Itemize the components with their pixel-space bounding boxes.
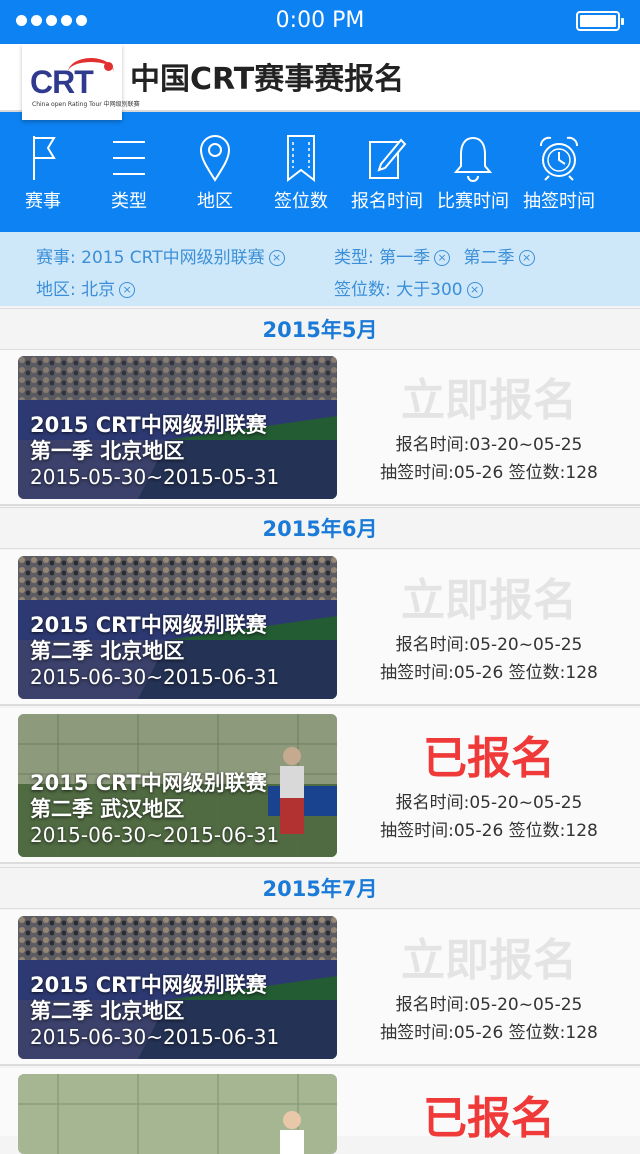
app-header: CRT China open Rating Tour 中网级别联赛 中国CRT赛…	[0, 44, 640, 120]
signup-time: 报名时间:05-20~05-25	[395, 635, 583, 655]
filter-chip-draw-size-text: 签位数: 大于300	[334, 280, 463, 300]
event-thumbnail: 2015 CRT中网级别联赛 第二季 北京地区 2015-06-30~2015-…	[18, 556, 337, 699]
signup-now-button[interactable]: 立即报名	[338, 924, 640, 988]
event-subtitle: 第二季 武汉地区	[30, 797, 185, 821]
event-card[interactable]: 2015 CRT中网级别联赛 第一季 北京地区 2015-05-30~2015-…	[0, 350, 640, 506]
logo-text: CRT	[30, 64, 94, 100]
filter-draw-time-label: 抽签时间	[523, 191, 595, 212]
filter-signup-time-button[interactable]: 报名时间	[344, 112, 430, 232]
event-title: 2015 CRT中网级别联赛	[30, 771, 267, 795]
filter-toolbar: 赛事 类型 地区 签位数 报名时间 比赛时间 抽签时间	[0, 112, 640, 232]
event-thumb-text: 2015 CRT中网级别联赛 第二季 北京地区 2015-06-30~2015-…	[30, 612, 279, 690]
event-dates: 2015-05-30~2015-05-31	[30, 465, 280, 489]
page-title: 中国CRT赛事赛报名	[130, 62, 405, 97]
event-card[interactable]: 已报名	[0, 1068, 640, 1154]
month-header: 2015年6月	[0, 507, 640, 549]
location-pin-icon	[199, 135, 231, 182]
alarm-clock-icon	[540, 136, 578, 181]
event-thumb-text: 2015 CRT中网级别联赛 第一季 北京地区 2015-05-30~2015-…	[30, 412, 279, 490]
crt-logo: CRT China open Rating Tour 中网级别联赛	[22, 44, 140, 120]
filter-match-time-button[interactable]: 比赛时间	[430, 112, 516, 232]
status-bar: 0:00 PM	[0, 0, 640, 44]
event-thumbnail: 2015 CRT中网级别联赛 第二季 北京地区 2015-06-30~2015-…	[18, 916, 337, 1059]
event-card[interactable]: 2015 CRT中网级别联赛 第二季 武汉地区 2015-06-30~2015-…	[0, 708, 640, 864]
status-time: 0:00 PM	[275, 8, 365, 33]
event-card[interactable]: 2015 CRT中网级别联赛 第二季 北京地区 2015-06-30~2015-…	[0, 550, 640, 706]
event-title: 2015 CRT中网级别联赛	[30, 613, 267, 637]
filter-draw-time-button[interactable]: 抽签时间	[516, 112, 602, 232]
signup-time: 报名时间:05-20~05-25	[395, 995, 583, 1015]
filter-chip-type-text: 类型: 第一季	[334, 248, 431, 268]
event-title: 2015 CRT中网级别联赛	[30, 973, 267, 997]
draw-info: 抽签时间:05-26 签位数:128	[380, 463, 598, 483]
flag-icon	[33, 136, 56, 180]
draw-info: 抽签时间:05-26 签位数:128	[380, 663, 598, 683]
edit-icon	[369, 138, 407, 179]
event-thumbnail: 2015 CRT中网级别联赛 第一季 北京地区 2015-05-30~2015-…	[18, 356, 337, 499]
filter-chip-event-text: 赛事: 2015 CRT中网级别联赛	[36, 248, 265, 268]
month-header: 2015年5月	[0, 308, 640, 350]
event-card[interactable]: 2015 CRT中网级别联赛 第二季 北京地区 2015-06-30~2015-…	[0, 910, 640, 1066]
signup-now-button[interactable]: 立即报名	[338, 364, 640, 428]
event-dates: 2015-06-30~2015-06-31	[30, 665, 280, 689]
event-subtitle: 第一季 北京地区	[30, 439, 185, 463]
remove-filter-icon[interactable]: ×	[434, 250, 451, 266]
battery-icon	[576, 11, 624, 31]
filter-chip-event[interactable]: 赛事: 2015 CRT中网级别联赛 ×	[36, 243, 285, 268]
remove-filter-icon[interactable]: ×	[268, 250, 285, 266]
logo-subtext: China open Rating Tour 中网级别联赛	[32, 101, 140, 108]
filter-region-button[interactable]: 地区	[172, 112, 258, 232]
menu-icon	[113, 141, 145, 175]
signup-time: 报名时间:05-20~05-25	[395, 793, 583, 813]
event-subtitle: 第二季 北京地区	[30, 999, 185, 1023]
event-thumb-text: 2015 CRT中网级别联赛 第二季 武汉地区 2015-06-30~2015-…	[30, 770, 279, 848]
event-thumbnail	[18, 1074, 337, 1154]
signup-time: 报名时间:03-20~05-25	[395, 435, 583, 455]
filter-chip-region-text: 地区: 北京	[36, 280, 116, 300]
filter-event-button[interactable]: 赛事	[0, 112, 86, 232]
event-dates: 2015-06-30~2015-06-31	[30, 823, 280, 847]
event-thumb-text: 2015 CRT中网级别联赛 第二季 北京地区 2015-06-30~2015-…	[30, 972, 279, 1050]
event-title: 2015 CRT中网级别联赛	[30, 413, 267, 437]
remove-filter-icon[interactable]: ×	[518, 250, 535, 266]
remove-filter-icon[interactable]: ×	[466, 282, 483, 298]
bell-icon	[453, 136, 493, 182]
month-header: 2015年7月	[0, 867, 640, 909]
filter-type-button[interactable]: 类型	[86, 112, 172, 232]
bookmark-icon	[287, 135, 315, 182]
filter-draw-size-button[interactable]: 签位数	[258, 112, 344, 232]
draw-info: 抽签时间:05-26 签位数:128	[380, 821, 598, 841]
event-subtitle: 第二季 北京地区	[30, 639, 185, 663]
registered-status: 已报名	[423, 1093, 555, 1144]
filter-chip-type[interactable]: 类型: 第一季 × 第二季 ×	[334, 243, 535, 268]
draw-info: 抽签时间:05-26 签位数:128	[380, 1023, 598, 1043]
signup-now-button[interactable]: 立即报名	[338, 564, 640, 628]
applied-filters: 赛事: 2015 CRT中网级别联赛 × 类型: 第一季 × 第二季 × 地区: 北京…	[0, 232, 640, 306]
registered-status: 已报名	[423, 733, 555, 784]
filter-chip-type-extra: 第二季	[463, 248, 515, 268]
remove-filter-icon[interactable]: ×	[119, 282, 136, 298]
filter-chip-region[interactable]: 地区: 北京 ×	[36, 275, 136, 300]
event-thumbnail: 2015 CRT中网级别联赛 第二季 武汉地区 2015-06-30~2015-…	[18, 714, 337, 857]
event-dates: 2015-06-30~2015-06-31	[30, 1025, 280, 1049]
filter-chip-draw-size[interactable]: 签位数: 大于300 ×	[334, 275, 483, 300]
